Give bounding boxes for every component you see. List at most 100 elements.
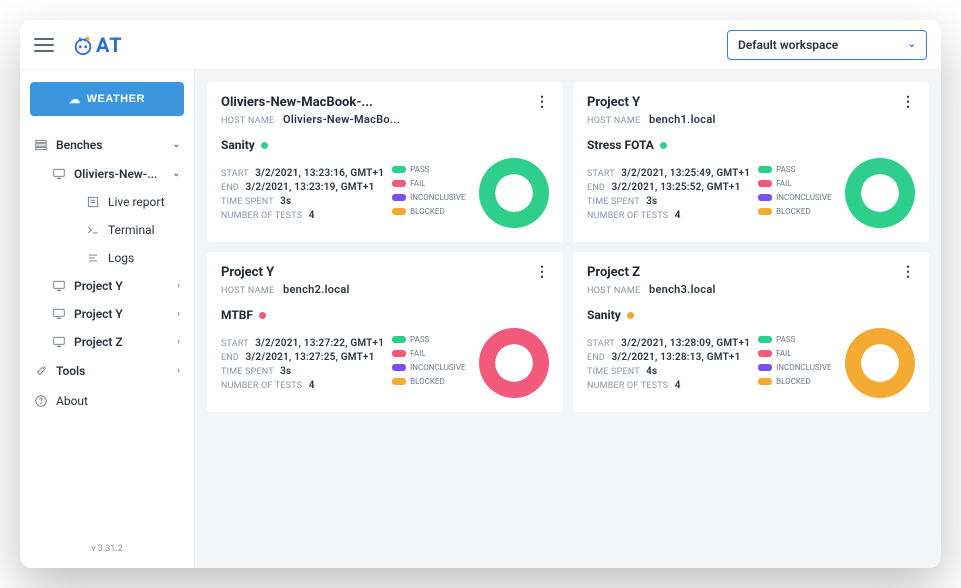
legend-blocked: BLOCKED — [758, 377, 831, 386]
start-row: START 3/2/2021, 13:27:22, GMT+1 — [221, 338, 384, 349]
chevron-down-icon: ⌄ — [908, 39, 916, 50]
more-icon[interactable]: ⋮ — [535, 94, 549, 110]
project-label: Project Y — [74, 279, 123, 293]
legend: PASS FAIL INCONCLUSIVE BLOCKED — [392, 335, 465, 391]
bench-card: Project Y ⋮ HOST NAME bench2.local MTBF … — [207, 252, 563, 412]
legend-fail: FAIL — [758, 179, 831, 188]
logs-icon — [86, 251, 100, 265]
host-row: HOST NAME bench3.local — [587, 283, 915, 296]
legend-fail: FAIL — [758, 349, 831, 358]
bench-card: Project Z ⋮ HOST NAME bench3.local Sanit… — [573, 252, 929, 412]
legend: PASS FAIL INCONCLUSIVE BLOCKED — [392, 165, 465, 221]
time-spent-row: TIME SPENT 4s — [587, 366, 750, 377]
chevron-right-icon: › — [177, 281, 180, 291]
nav: Benches ⌄ Oliviers-New-... ⌄ — [30, 130, 184, 416]
chevron-right-icon: › — [177, 309, 180, 319]
weather-icon: ☁ — [69, 93, 81, 106]
host-row: HOST NAME Oliviers-New-MacBo... — [221, 113, 549, 126]
logs-label: Logs — [108, 251, 134, 265]
legend-inconclusive: INCONCLUSIVE — [758, 193, 831, 202]
donut-chart — [479, 328, 549, 398]
benches-label: Benches — [56, 138, 102, 152]
meta-block: START 3/2/2021, 13:27:22, GMT+1 END 3/2/… — [221, 335, 384, 391]
monitor-icon — [52, 167, 66, 181]
monitor-icon — [52, 307, 66, 321]
tools-icon — [34, 364, 48, 378]
status-dot — [627, 312, 634, 319]
time-spent-row: TIME SPENT 3s — [221, 366, 384, 377]
nav-bench-expanded[interactable]: Oliviers-New-... ⌄ — [48, 160, 184, 188]
more-icon[interactable]: ⋮ — [535, 264, 549, 280]
legend-blocked: BLOCKED — [392, 377, 465, 386]
weather-button[interactable]: ☁ WEATHER — [30, 82, 184, 116]
about-label: About — [56, 394, 88, 408]
card-title: Project Y — [221, 265, 274, 280]
nav-project-0[interactable]: Project Y › — [48, 272, 184, 300]
legend-pass: PASS — [758, 165, 831, 174]
time-spent-row: TIME SPENT 3s — [221, 196, 384, 207]
host-row: HOST NAME bench1.local — [587, 113, 915, 126]
chevron-right-icon: › — [177, 337, 180, 347]
topbar: AT Default workspace ⌄ — [20, 20, 941, 70]
end-row: END 3/2/2021, 13:23:19, GMT+1 — [221, 182, 384, 193]
status-dot — [261, 142, 268, 149]
workspace-selector[interactable]: Default workspace ⌄ — [727, 30, 927, 60]
nav-logs[interactable]: Logs — [82, 244, 184, 272]
nav-tools[interactable]: Tools › — [30, 356, 184, 386]
hamburger-icon[interactable] — [34, 38, 54, 52]
sidebar: ☁ WEATHER Benches ⌄ Oliviers-New-... — [20, 70, 195, 568]
terminal-label: Terminal — [108, 223, 155, 237]
chevron-right-icon: › — [177, 366, 180, 376]
num-tests-row: NUMBER OF TESTS 4 — [587, 210, 750, 221]
suite-name: Stress FOTA — [587, 138, 915, 152]
end-row: END 3/2/2021, 13:25:52, GMT+1 — [587, 182, 750, 193]
nav-project-2[interactable]: Project Z › — [48, 328, 184, 356]
meta-block: START 3/2/2021, 13:23:16, GMT+1 END 3/2/… — [221, 165, 384, 221]
legend: PASS FAIL INCONCLUSIVE BLOCKED — [758, 165, 831, 221]
legend-inconclusive: INCONCLUSIVE — [758, 363, 831, 372]
donut-chart — [479, 158, 549, 228]
bench-card: Project Y ⋮ HOST NAME bench1.local Stres… — [573, 82, 929, 242]
nav-project-1[interactable]: Project Y › — [48, 300, 184, 328]
legend-pass: PASS — [758, 335, 831, 344]
logo-text: AT — [96, 33, 123, 57]
donut-chart — [845, 328, 915, 398]
meta-block: START 3/2/2021, 13:28:09, GMT+1 END 3/2/… — [587, 335, 750, 391]
legend: PASS FAIL INCONCLUSIVE BLOCKED — [758, 335, 831, 391]
nav-about[interactable]: About — [30, 386, 184, 416]
chevron-down-icon: ⌄ — [172, 140, 180, 150]
start-row: START 3/2/2021, 13:28:09, GMT+1 — [587, 338, 750, 349]
more-icon[interactable]: ⋮ — [901, 264, 915, 280]
more-icon[interactable]: ⋮ — [901, 94, 915, 110]
status-dot — [259, 312, 266, 319]
nav-live-report[interactable]: Live report — [82, 188, 184, 216]
cat-logo-icon — [72, 34, 94, 56]
workspace-label: Default workspace — [738, 38, 838, 52]
card-title: Oliviers-New-MacBook-... — [221, 95, 373, 110]
weather-label: WEATHER — [87, 93, 145, 105]
legend-fail: FAIL — [392, 179, 465, 188]
terminal-icon — [86, 223, 100, 237]
app-logo[interactable]: AT — [72, 33, 123, 57]
suite-name: MTBF — [221, 308, 549, 322]
suite-name: Sanity — [587, 308, 915, 322]
meta-block: START 3/2/2021, 13:25:49, GMT+1 END 3/2/… — [587, 165, 750, 221]
tools-label: Tools — [56, 364, 85, 378]
monitor-icon — [52, 279, 66, 293]
nav-benches[interactable]: Benches ⌄ — [30, 130, 184, 160]
status-dot — [660, 142, 667, 149]
bench-card: Oliviers-New-MacBook-... ⋮ HOST NAME Oli… — [207, 82, 563, 242]
monitor-icon — [52, 335, 66, 349]
about-icon — [34, 394, 48, 408]
project-label: Project Z — [74, 335, 123, 349]
legend-fail: FAIL — [392, 349, 465, 358]
time-spent-row: TIME SPENT 3s — [587, 196, 750, 207]
live-report-label: Live report — [108, 195, 165, 209]
num-tests-row: NUMBER OF TESTS 4 — [587, 380, 750, 391]
nav-terminal[interactable]: Terminal — [82, 216, 184, 244]
legend-pass: PASS — [392, 165, 465, 174]
card-title: Project Z — [587, 265, 640, 280]
legend-blocked: BLOCKED — [392, 207, 465, 216]
version-label: v 3.31.2 — [30, 536, 184, 562]
start-row: START 3/2/2021, 13:23:16, GMT+1 — [221, 168, 384, 179]
